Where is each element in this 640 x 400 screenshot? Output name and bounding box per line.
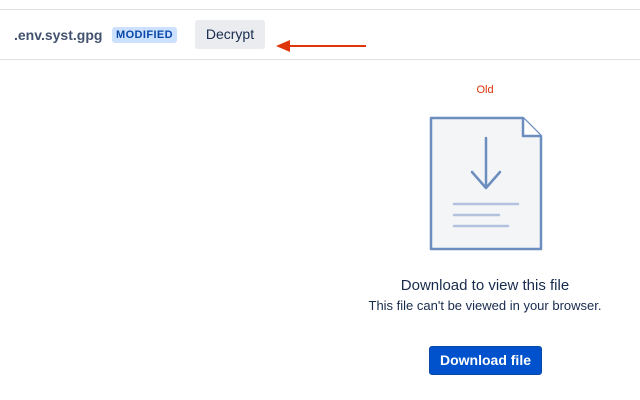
page: .env.syst.gpg MODIFIED Decrypt Old Downl…	[0, 0, 640, 400]
preview-subtitle: This file can't be viewed in your browse…	[368, 298, 602, 313]
download-file-button[interactable]: Download file	[429, 346, 542, 375]
preview-title: Download to view this file	[400, 277, 570, 294]
decrypt-button[interactable]: Decrypt	[195, 20, 265, 49]
annotation-arrow-icon	[276, 40, 366, 52]
file-header: .env.syst.gpg MODIFIED Decrypt	[0, 10, 640, 60]
version-label: Old	[476, 84, 494, 96]
file-name: .env.syst.gpg	[14, 27, 103, 43]
file-download-icon	[429, 116, 543, 251]
status-badge: MODIFIED	[112, 27, 177, 43]
